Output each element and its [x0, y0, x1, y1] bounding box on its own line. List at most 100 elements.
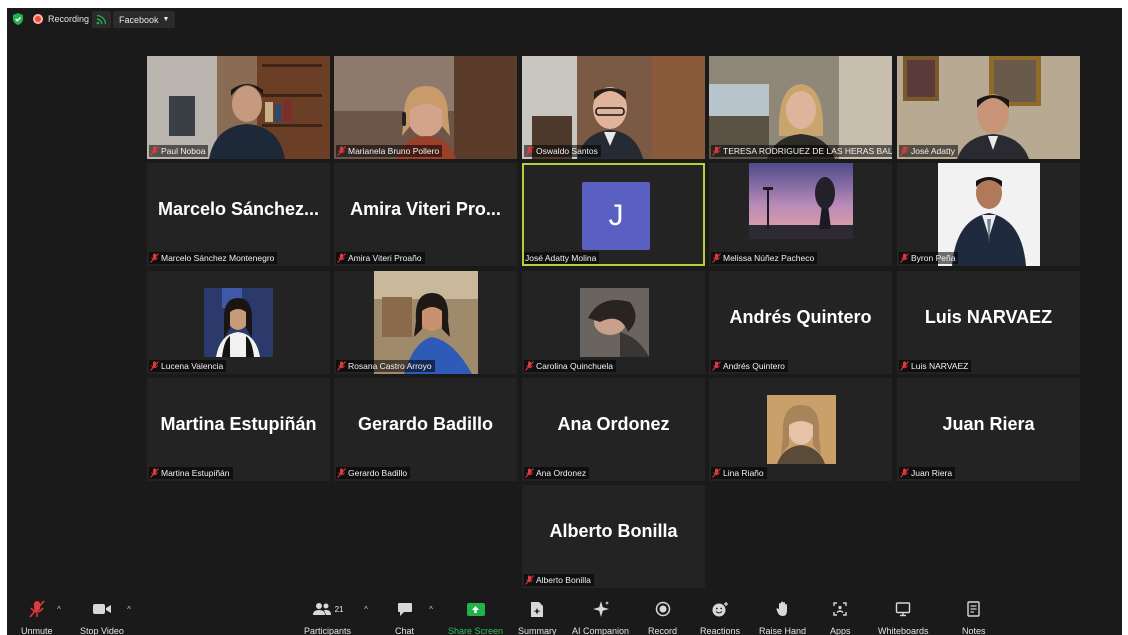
participant-name-label: Andrés Quintero: [711, 360, 788, 372]
participant-tile[interactable]: Rosana Castro Arroyo: [334, 271, 517, 374]
participant-photo: [938, 163, 1040, 266]
muted-microphone-icon: [525, 468, 534, 478]
participant-tile[interactable]: Luis NARVAEZ Luis NARVAEZ: [897, 271, 1080, 374]
active-speaker-tile[interactable]: J José Adatty Molina: [522, 163, 705, 266]
participant-tile[interactable]: Paul Noboa: [147, 56, 330, 159]
reactions-button[interactable]: Reactions: [700, 598, 740, 635]
participant-name: Andrés Quintero: [723, 361, 785, 371]
participant-tile[interactable]: Martina Estupiñán Martina Estupiñán: [147, 378, 330, 481]
participant-name-label: Ana Ordonez: [524, 467, 590, 479]
muted-microphone-icon: [712, 468, 721, 478]
participant-tile[interactable]: Alberto Bonilla Alberto Bonilla: [522, 485, 705, 588]
muted-microphone-icon: [29, 600, 45, 618]
participant-name: Alberto Bonilla: [536, 575, 591, 585]
muted-microphone-icon: [900, 253, 909, 263]
participant-name-label: Lucena Valencia: [149, 360, 227, 372]
muted-microphone-icon: [712, 361, 721, 371]
notes-button[interactable]: Notes: [962, 598, 986, 635]
live-stream-icon: [96, 14, 107, 25]
muted-microphone-icon: [337, 253, 346, 263]
participant-tile[interactable]: Ana Ordonez Ana Ordonez: [522, 378, 705, 481]
participant-photo: [204, 288, 273, 357]
participant-name: José Adatty: [911, 146, 955, 156]
participant-display-name: Luis NARVAEZ: [924, 307, 1053, 327]
apps-label: Apps: [830, 626, 851, 635]
participants-count: 21: [334, 604, 344, 614]
participant-name-label: José Adatty Molina: [524, 252, 600, 264]
participant-name-label: Martina Estupiñán: [149, 467, 233, 479]
unmute-label: Unmute: [21, 626, 53, 635]
participant-tile[interactable]: Marcelo Sánchez... Marcelo Sánchez Monte…: [147, 163, 330, 266]
participant-display-name: Juan Riera: [942, 414, 1035, 434]
record-button[interactable]: Record: [648, 598, 677, 635]
participant-display-name: Alberto Bonilla: [549, 521, 678, 541]
recording-label: Recording: [48, 14, 90, 24]
participant-tile[interactable]: Oswaldo Santos: [522, 56, 705, 159]
raise-hand-button[interactable]: Raise Hand: [759, 598, 806, 635]
muted-microphone-icon: [150, 361, 159, 371]
whiteboard-icon: [896, 602, 911, 617]
muted-microphone-icon: [525, 575, 534, 585]
participant-tile[interactable]: Marianela Bruno Pollero: [334, 56, 517, 159]
participant-photo: [749, 163, 853, 239]
participant-name: Carolina Quinchuela: [536, 361, 614, 371]
participant-name-label: Luis NARVAEZ: [899, 360, 972, 372]
video-options-caret-icon[interactable]: ^: [124, 605, 134, 615]
record-label: Record: [648, 626, 678, 635]
participant-tile[interactable]: Lucena Valencia: [147, 271, 330, 374]
recording-indicator[interactable]: Recording: [33, 11, 89, 27]
participants-button[interactable]: 21 Participants: [304, 598, 351, 635]
participant-name-label: Alberto Bonilla: [524, 574, 594, 586]
participant-tile[interactable]: Melissa Núñez Pacheco: [709, 163, 892, 266]
participant-tile[interactable]: Juan Riera Juan Riera: [897, 378, 1080, 481]
reactions-label: Reactions: [700, 626, 741, 635]
participant-tile[interactable]: Lina Riaño: [709, 378, 892, 481]
participant-tile[interactable]: Byron Peña: [897, 163, 1080, 266]
ai-sparkle-icon: [592, 601, 609, 617]
meeting-toolbar: Unmute ^ Stop Video ^ 21 Participants ^ …: [7, 596, 1122, 635]
participant-tile[interactable]: Amira Viteri Pro... Amira Viteri Proaño: [334, 163, 517, 266]
record-icon: [655, 601, 670, 617]
stop-video-label: Stop Video: [80, 626, 124, 635]
share-screen-button[interactable]: Share Screen: [448, 598, 503, 635]
unmute-button[interactable]: Unmute: [21, 598, 53, 635]
notes-label: Notes: [962, 626, 986, 635]
participant-name: TERESA RODRIGUEZ DE LAS HERAS BAL...: [723, 146, 892, 156]
participant-display-name: Martina Estupiñán: [160, 414, 317, 434]
participant-tile[interactable]: Carolina Quinchuela: [522, 271, 705, 374]
chat-label: Chat: [395, 626, 415, 635]
share-screen-label: Share Screen: [448, 626, 504, 635]
chat-button[interactable]: Chat: [395, 598, 414, 635]
muted-microphone-icon: [900, 146, 909, 156]
zoom-meeting-window: Recording Facebook ▼ Paul Noboa Marianel…: [7, 8, 1122, 635]
stream-destination-dropdown[interactable]: Facebook ▼: [113, 11, 176, 28]
apps-button[interactable]: Apps: [830, 598, 851, 635]
participant-name: Melissa Núñez Pacheco: [723, 253, 815, 263]
live-stream-button[interactable]: [92, 11, 111, 28]
muted-microphone-icon: [712, 253, 721, 263]
security-shield-icon[interactable]: [11, 12, 25, 26]
participant-name: José Adatty Molina: [525, 253, 597, 263]
audio-options-caret-icon[interactable]: ^: [54, 605, 64, 615]
participants-caret-icon[interactable]: ^: [361, 605, 371, 615]
chat-caret-icon[interactable]: ^: [426, 605, 436, 615]
participant-name: Paul Noboa: [161, 146, 206, 156]
reactions-emoji-icon: [712, 602, 729, 617]
participant-tile[interactable]: José Adatty: [897, 56, 1080, 159]
muted-microphone-icon: [900, 361, 909, 371]
raise-hand-label: Raise Hand: [759, 626, 807, 635]
summary-button[interactable]: Summary: [518, 598, 557, 635]
whiteboards-button[interactable]: Whiteboards: [878, 598, 929, 635]
ai-companion-button[interactable]: AI Companion: [572, 598, 629, 635]
participant-tile[interactable]: TERESA RODRIGUEZ DE LAS HERAS BAL...: [709, 56, 892, 159]
participant-video: [334, 56, 517, 159]
whiteboards-label: Whiteboards: [878, 626, 929, 635]
participant-tile[interactable]: Andrés Quintero Andrés Quintero: [709, 271, 892, 374]
muted-microphone-icon: [150, 146, 159, 156]
participant-photo: [374, 271, 478, 374]
top-bar: Recording Facebook ▼: [7, 8, 1122, 32]
summary-icon: [531, 601, 544, 617]
muted-microphone-icon: [525, 146, 534, 156]
stop-video-button[interactable]: Stop Video: [80, 598, 124, 635]
participant-tile[interactable]: Gerardo Badillo Gerardo Badillo: [334, 378, 517, 481]
